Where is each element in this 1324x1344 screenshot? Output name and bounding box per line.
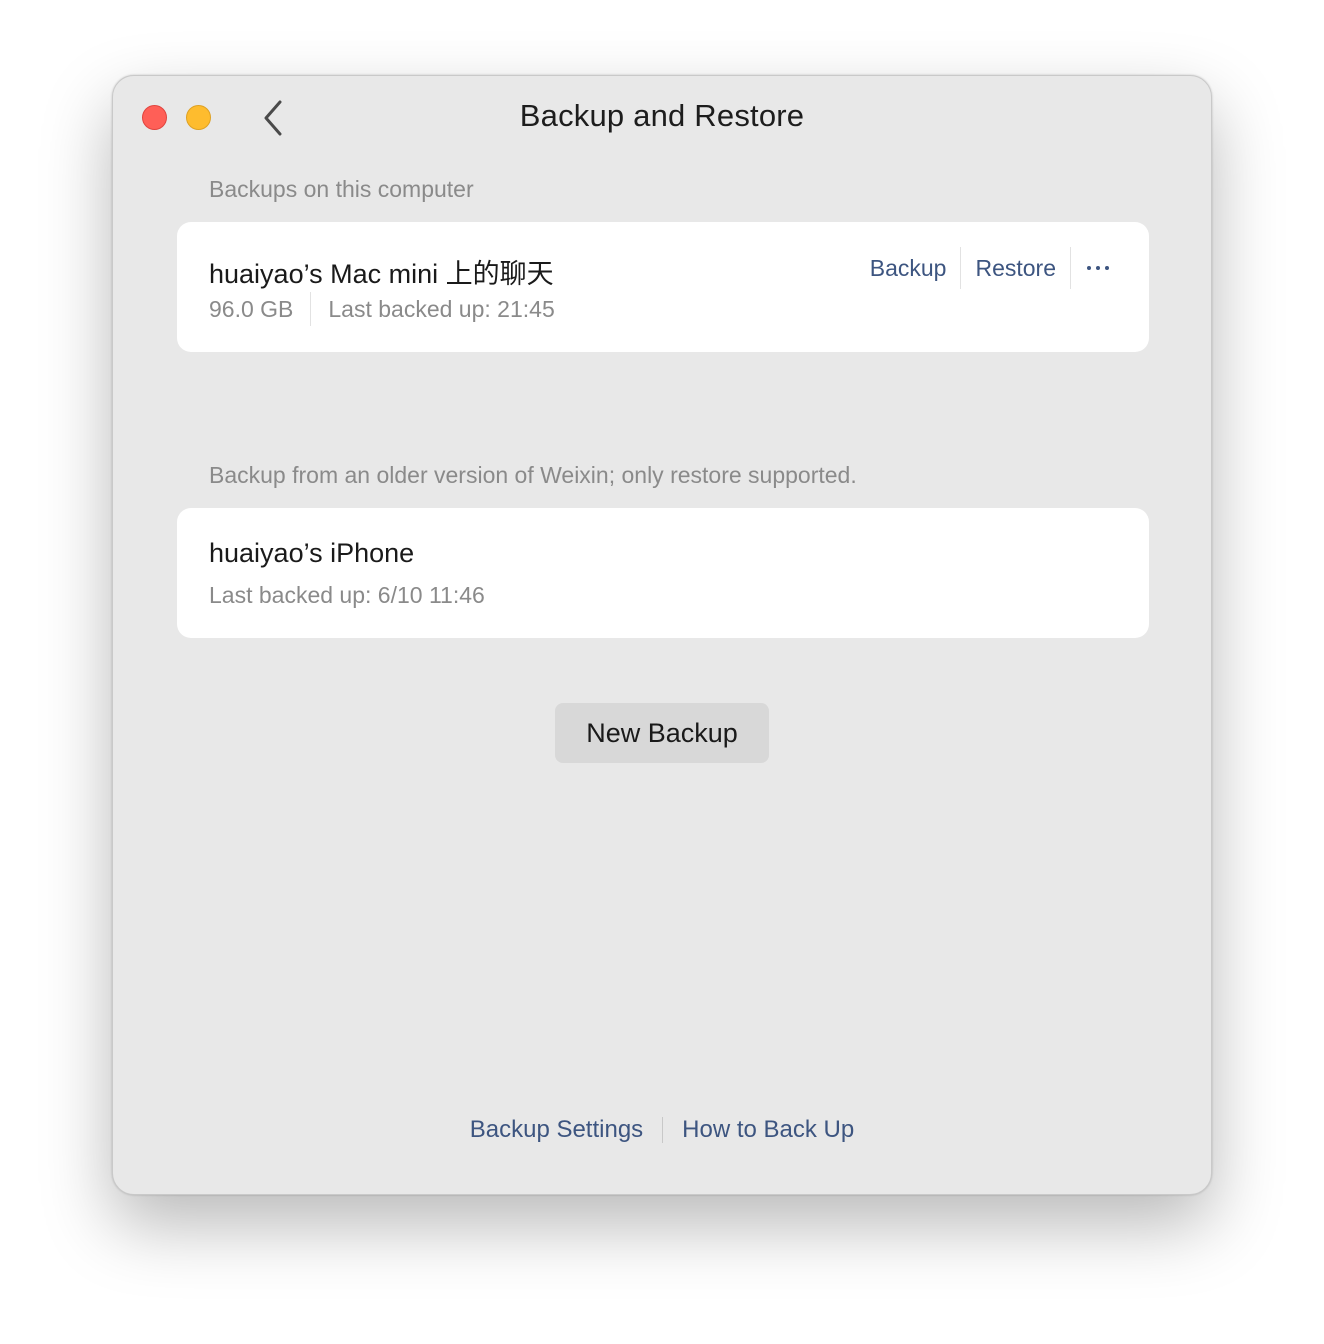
new-backup-button[interactable]: New Backup <box>555 703 769 763</box>
legacy-backup-title: huaiyao’s iPhone <box>209 538 415 568</box>
footer-links: Backup Settings How to Back Up <box>113 1116 1211 1144</box>
legacy-backup-card[interactable]: huaiyao’s iPhone Last backed up: 6/10 11… <box>177 508 1149 638</box>
legacy-backup-meta: Last backed up: 6/10 11:46 <box>209 582 485 609</box>
local-backup-card: huaiyao’s Mac mini 上的聊天 96.0 GB Last bac… <box>177 222 1149 352</box>
legacy-backups-label: Backup from an older version of Weixin; … <box>209 462 857 488</box>
more-icon[interactable] <box>1071 266 1119 270</box>
local-backup-meta: 96.0 GB Last backed up: 21:45 <box>209 292 555 326</box>
backup-actions: Backup Restore <box>856 247 1119 289</box>
local-backups-label: Backups on this computer <box>209 176 474 202</box>
local-backup-title: huaiyao’s Mac mini 上的聊天 <box>209 259 554 289</box>
meta-divider <box>310 292 312 326</box>
window-title: Backup and Restore <box>519 98 805 133</box>
restore-button[interactable]: Restore <box>961 255 1070 282</box>
backup-window: Backup and Restore Backups on this compu… <box>112 75 1212 1195</box>
last-backed-up: Last backed up: 21:45 <box>328 295 555 322</box>
how-to-back-up-link[interactable]: How to Back Up <box>682 1116 854 1144</box>
backup-settings-link[interactable]: Backup Settings <box>470 1116 643 1144</box>
backup-button[interactable]: Backup <box>856 255 961 282</box>
last-backed-up: Last backed up: 6/10 11:46 <box>209 582 485 608</box>
backup-size: 96.0 GB <box>209 295 294 322</box>
footer-divider <box>662 1117 664 1143</box>
